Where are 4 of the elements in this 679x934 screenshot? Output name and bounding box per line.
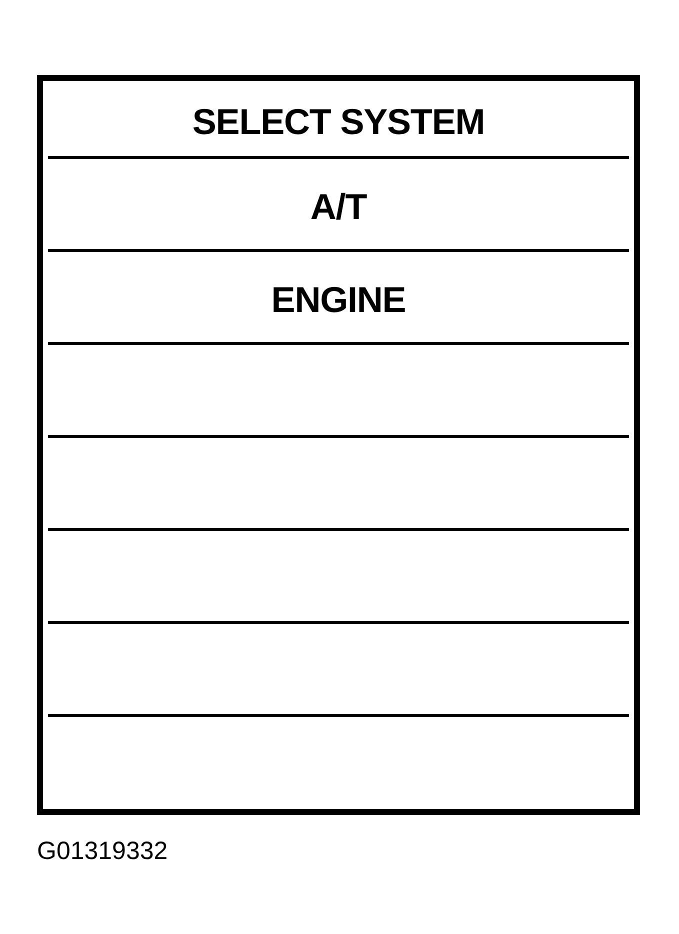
figure-id: G01319332 bbox=[37, 839, 168, 864]
menu-item[interactable]: A/T bbox=[310, 183, 367, 225]
menu-item[interactable]: ENGINE bbox=[271, 276, 406, 318]
screen-title: SELECT SYSTEM bbox=[192, 100, 485, 140]
